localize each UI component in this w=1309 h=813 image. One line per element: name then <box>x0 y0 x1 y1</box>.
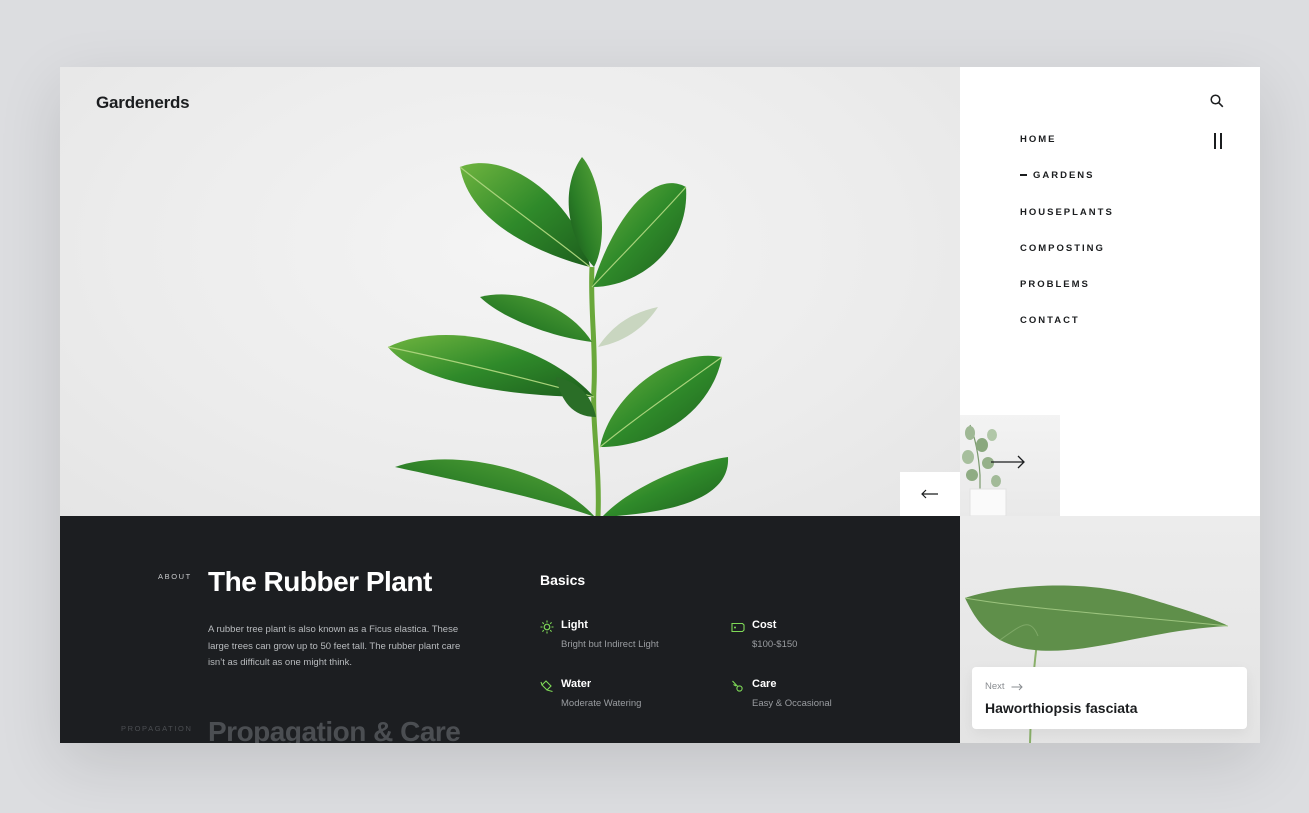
hero-image: Gardenerds <box>60 67 960 516</box>
next-plant-card[interactable]: Next Haworthiopsis fasciata <box>972 667 1247 729</box>
logo[interactable]: Gardenerds <box>96 93 190 113</box>
plant-info-section: ABOUT The Rubber Plant A rubber tree pla… <box>60 516 960 743</box>
nav-item-contact[interactable]: CONTACT <box>1020 314 1114 350</box>
section-title: Propagation & Care <box>208 716 461 743</box>
basic-label: Care <box>752 678 777 690</box>
next-label-row: Next <box>985 681 1023 692</box>
plant-description: A rubber tree plant is also known as a F… <box>208 624 461 668</box>
basic-label: Cost <box>752 619 777 631</box>
next-label: Next <box>985 681 1005 692</box>
nav-item-gardens[interactable]: GARDENS <box>1020 169 1114 205</box>
price-tag-icon <box>731 622 745 633</box>
arrow-right-small-icon <box>1011 683 1023 690</box>
search-icon[interactable] <box>1210 94 1224 108</box>
next-plant-preview: Next Haworthiopsis fasciata <box>960 516 1260 743</box>
arrow-left-icon <box>921 489 938 499</box>
side-navigation: HOME GARDENS HOUSEPLANTS COMPOSTING PROB… <box>960 67 1260 516</box>
watering-can-icon <box>540 680 553 693</box>
menu-toggle-icon[interactable] <box>1214 133 1224 149</box>
nav-item-problems[interactable]: PROBLEMS <box>1020 278 1114 314</box>
app-frame: Gardenerds HOME GARDENS HOUSEPLANTS COMP… <box>60 67 1260 743</box>
nav-item-houseplants[interactable]: HOUSEPLANTS <box>1020 206 1114 242</box>
basic-value: Easy & Occasional <box>752 698 832 709</box>
main-menu: HOME GARDENS HOUSEPLANTS COMPOSTING PROB… <box>1020 133 1114 351</box>
rubber-plant-illustration <box>387 157 729 516</box>
page-title: The Rubber Plant <box>208 566 432 597</box>
arrow-right-icon[interactable] <box>990 455 1026 469</box>
basic-value: $100-$150 <box>752 639 798 650</box>
basic-value: Moderate Watering <box>561 698 642 709</box>
basics-heading: Basics <box>540 572 586 588</box>
section-label: PROPAGATION <box>121 724 193 733</box>
basic-label: Water <box>561 678 592 690</box>
next-plant-name: Haworthiopsis fasciata <box>985 700 1138 716</box>
nav-item-home[interactable]: HOME <box>1020 133 1114 169</box>
nav-item-composting[interactable]: COMPOSTING <box>1020 242 1114 278</box>
active-indicator <box>1020 174 1027 176</box>
pruning-shears-icon <box>732 680 743 692</box>
basic-label: Light <box>561 619 588 631</box>
sun-icon <box>540 620 554 634</box>
section-label: ABOUT <box>158 572 192 581</box>
basic-value: Bright but Indirect Light <box>561 639 659 650</box>
previous-button[interactable] <box>900 472 960 516</box>
